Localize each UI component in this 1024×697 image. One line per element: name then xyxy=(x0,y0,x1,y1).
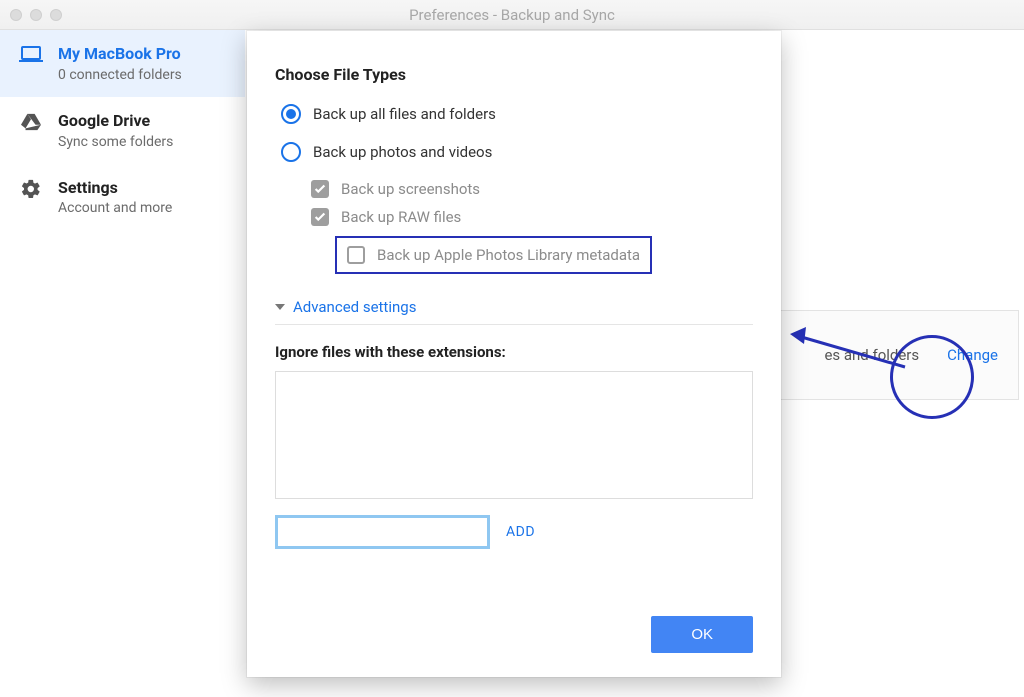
sidebar-item-title: Settings xyxy=(58,178,172,199)
change-link[interactable]: Change xyxy=(947,346,998,364)
checkbox-screenshots[interactable]: Back up screenshots xyxy=(311,180,753,198)
sidebar-item-sub: Account and more xyxy=(58,200,172,216)
close-window-icon[interactable] xyxy=(10,9,22,21)
extension-input[interactable] xyxy=(275,515,490,549)
window-title: Preferences - Backup and Sync xyxy=(0,6,1024,24)
radio-label: Back up photos and videos xyxy=(313,143,492,161)
window-controls xyxy=(0,9,62,21)
annotation-highlight-box: Back up Apple Photos Library metadata xyxy=(335,236,652,274)
ignore-extensions-label: Ignore files with these extensions: xyxy=(275,343,753,361)
radio-label: Back up all files and folders xyxy=(313,105,496,123)
checkbox-label: Back up screenshots xyxy=(341,180,480,198)
checkbox-icon xyxy=(311,208,329,226)
titlebar: Preferences - Backup and Sync xyxy=(0,0,1024,30)
ok-button[interactable]: OK xyxy=(651,616,753,653)
minimize-window-icon[interactable] xyxy=(30,9,42,21)
google-drive-icon xyxy=(18,111,44,133)
advanced-settings-toggle[interactable]: Advanced settings xyxy=(275,298,753,325)
radio-backup-photos-videos[interactable]: Back up photos and videos xyxy=(281,142,753,162)
ignored-extensions-list xyxy=(275,371,753,499)
gear-icon xyxy=(18,178,44,200)
add-extension-button[interactable]: ADD xyxy=(506,524,535,540)
checkbox-label: Back up Apple Photos Library metadata xyxy=(377,246,640,264)
checkbox-label: Back up RAW files xyxy=(341,208,461,226)
sidebar-item-google-drive[interactable]: Google Drive Sync some folders xyxy=(0,97,245,164)
checkbox-icon xyxy=(311,180,329,198)
background-text-fragment: es and folders xyxy=(824,346,919,364)
sidebar-item-settings[interactable]: Settings Account and more xyxy=(0,164,245,231)
radio-backup-all[interactable]: Back up all files and folders xyxy=(281,104,753,124)
zoom-window-icon[interactable] xyxy=(50,9,62,21)
laptop-icon xyxy=(18,44,44,66)
advanced-settings-label: Advanced settings xyxy=(293,298,416,316)
radio-icon xyxy=(281,104,301,124)
sidebar-item-title: Google Drive xyxy=(58,111,173,132)
sidebar-item-my-macbook-pro[interactable]: My MacBook Pro 0 connected folders xyxy=(0,30,245,97)
choose-file-types-dialog: Choose File Types Back up all files and … xyxy=(247,31,781,677)
sidebar-item-sub: Sync some folders xyxy=(58,134,173,150)
sidebar-item-title: My MacBook Pro xyxy=(58,44,182,65)
sidebar-item-sub: 0 connected folders xyxy=(58,67,182,83)
chevron-down-icon xyxy=(275,304,285,310)
sidebar: My MacBook Pro 0 connected folders Googl… xyxy=(0,30,245,697)
checkbox-raw-files[interactable]: Back up RAW files xyxy=(311,208,753,226)
checkbox-icon xyxy=(347,246,365,264)
radio-icon xyxy=(281,142,301,162)
dialog-heading: Choose File Types xyxy=(275,65,753,84)
checkbox-apple-photos-metadata[interactable]: Back up Apple Photos Library metadata xyxy=(347,246,640,264)
